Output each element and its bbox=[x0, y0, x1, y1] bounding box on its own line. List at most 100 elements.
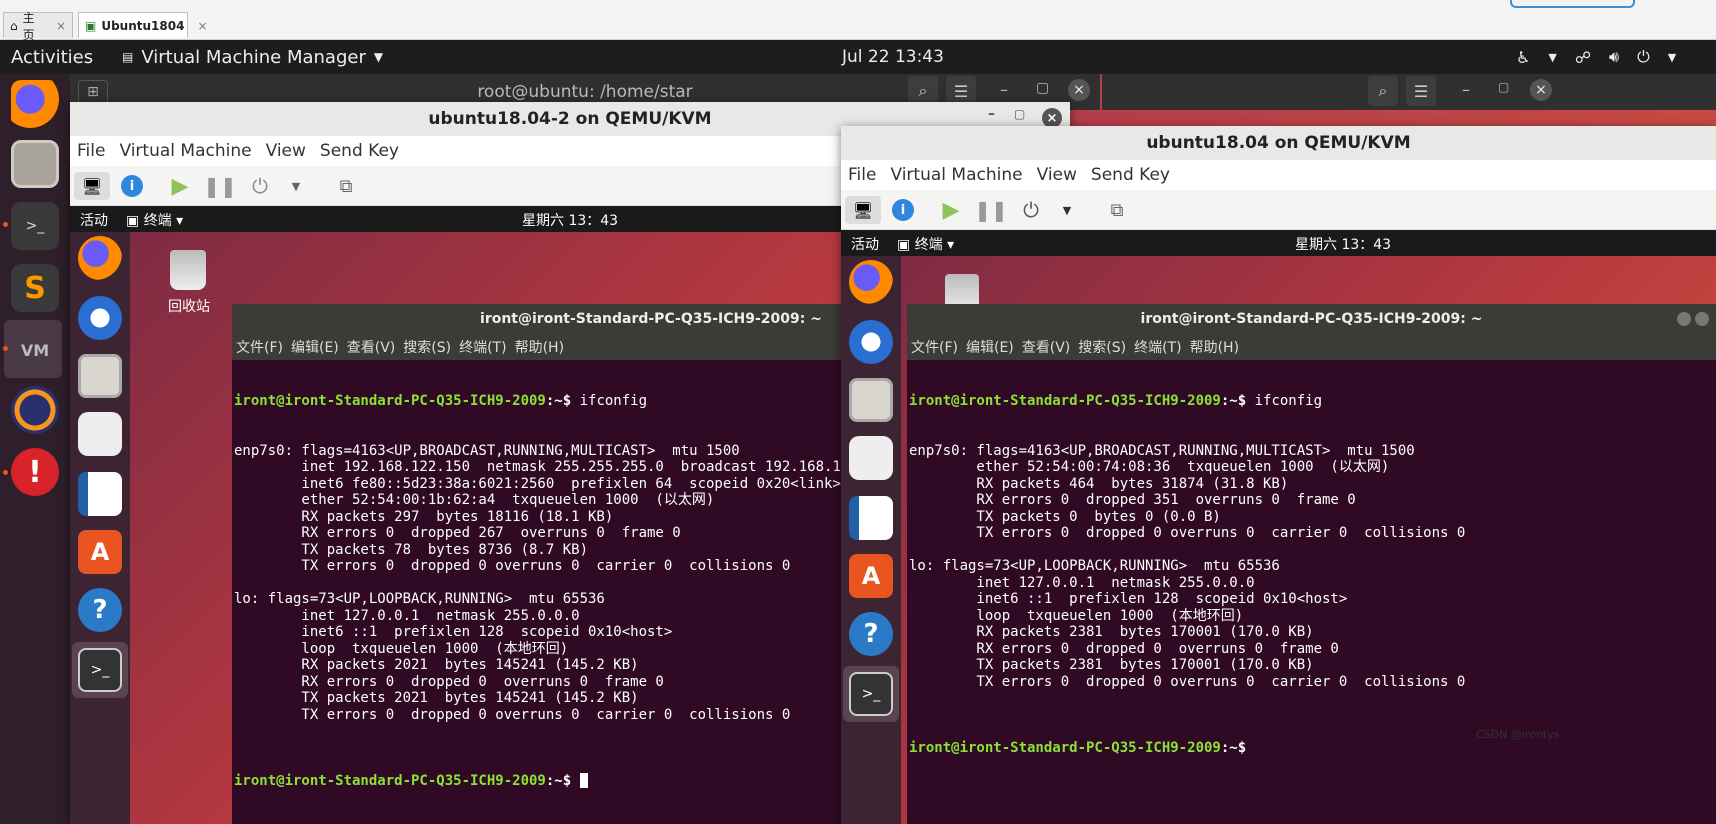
background-window-right[interactable]: ⌕ ☰ – ▢ × bbox=[1102, 74, 1716, 110]
thunderbird-icon[interactable] bbox=[849, 320, 893, 364]
menu-edit[interactable]: 编辑(E) bbox=[291, 337, 339, 357]
fullscreen-icon[interactable]: ⧉ bbox=[1103, 196, 1131, 224]
firefox-icon[interactable] bbox=[11, 80, 59, 128]
files-icon[interactable] bbox=[849, 378, 893, 422]
maximize-icon[interactable]: ▢ bbox=[1014, 107, 1025, 121]
run-icon[interactable]: ▶ bbox=[166, 172, 194, 200]
system-tray[interactable]: ♿︎ ▼ ☍ 🔊︎ ⏻ ▼ bbox=[1516, 40, 1676, 74]
guest-clock[interactable]: 星期六 13：43 bbox=[1295, 234, 1391, 254]
menu-help[interactable]: 帮助(H) bbox=[515, 337, 564, 357]
power-icon[interactable]: ⏻ bbox=[246, 172, 274, 200]
power-icon[interactable]: ⏻ bbox=[1017, 196, 1045, 224]
close-icon[interactable]: × bbox=[1530, 79, 1552, 101]
menu-virtual-machine[interactable]: Virtual Machine bbox=[890, 165, 1022, 185]
writer-icon[interactable] bbox=[78, 472, 122, 516]
chevron-down-icon[interactable]: ▼ bbox=[282, 172, 310, 200]
menu-search[interactable]: 搜索(S) bbox=[1078, 337, 1126, 357]
help-icon[interactable]: ? bbox=[849, 612, 893, 656]
power-icon[interactable]: ⏻ bbox=[1637, 47, 1650, 67]
guest-activities[interactable]: 活动 bbox=[851, 234, 879, 254]
hamburger-menu-icon[interactable]: ☰ bbox=[1406, 76, 1436, 106]
restore-icon[interactable]: ▢ bbox=[1498, 80, 1509, 94]
error-report-icon[interactable]: ! bbox=[11, 448, 59, 496]
terminal-icon[interactable]: >_ bbox=[78, 648, 122, 692]
guest-activities[interactable]: 活动 bbox=[80, 210, 108, 230]
output-line: lo: flags=73<UP,LOOPBACK,RUNNING> mtu 65… bbox=[909, 558, 1280, 574]
minimize-icon[interactable]: – bbox=[1000, 80, 1008, 99]
close-icon[interactable]: × bbox=[197, 19, 207, 33]
volume-icon[interactable]: 🔊︎ bbox=[1609, 47, 1619, 67]
terminal-output[interactable]: iront@iront-Standard-PC-Q35-ICH9-2009:~$… bbox=[907, 360, 1716, 789]
search-icon[interactable]: ⌕ bbox=[1368, 76, 1398, 106]
clock[interactable]: Jul 22 13:43 bbox=[842, 40, 944, 74]
menu-view[interactable]: View bbox=[1037, 165, 1077, 185]
menu-terminal[interactable]: 终端(T) bbox=[459, 337, 506, 357]
host-dock: >_ S VM ! bbox=[0, 74, 70, 824]
files-icon[interactable] bbox=[78, 354, 122, 398]
minimize-icon[interactable]: – bbox=[1462, 80, 1470, 99]
thunderbird-icon[interactable] bbox=[78, 296, 122, 340]
menu-terminal[interactable]: 终端(T) bbox=[1134, 337, 1181, 357]
fullscreen-icon[interactable]: ⧉ bbox=[332, 172, 360, 200]
guest-app-menu[interactable]: ▣ 终端 ▾ bbox=[126, 210, 183, 230]
minimize-icon[interactable] bbox=[1677, 312, 1691, 326]
menu-search[interactable]: 搜索(S) bbox=[403, 337, 451, 357]
maximize-icon[interactable] bbox=[1695, 312, 1709, 326]
pause-icon[interactable]: ❚❚ bbox=[974, 196, 1008, 224]
menu-view[interactable]: View bbox=[266, 141, 306, 161]
new-tab-icon[interactable]: ⊞ bbox=[78, 80, 108, 104]
menu-file[interactable]: File bbox=[77, 141, 105, 161]
menu-view[interactable]: 查看(V) bbox=[347, 337, 396, 357]
menu-send-key[interactable]: Send Key bbox=[1091, 165, 1170, 185]
menu-file[interactable]: 文件(F) bbox=[911, 337, 958, 357]
close-icon[interactable]: × bbox=[1068, 79, 1090, 101]
host-tab-ubuntu1804[interactable]: ▣ Ubuntu1804 × bbox=[78, 12, 208, 38]
menu-file[interactable]: File bbox=[848, 165, 876, 185]
guest-terminal-window[interactable]: iront@iront-Standard-PC-Q35-ICH9-2009: ~… bbox=[907, 304, 1716, 824]
terminal-icon[interactable]: >_ bbox=[11, 202, 59, 250]
pause-icon[interactable]: ❚❚ bbox=[203, 172, 237, 200]
close-icon[interactable]: × bbox=[1042, 108, 1062, 128]
terminal-icon[interactable]: >_ bbox=[849, 672, 893, 716]
vm-window-right[interactable]: ubuntu18.04 on QEMU/KVM File Virtual Mac… bbox=[841, 126, 1716, 824]
maximize-icon[interactable]: ▢ bbox=[1036, 80, 1049, 96]
writer-icon[interactable] bbox=[849, 496, 893, 540]
app-menu[interactable]: ▤ Virtual Machine Manager ▼ bbox=[122, 40, 383, 74]
console-view-icon[interactable]: 🖥︎ bbox=[845, 196, 881, 224]
console-view-icon[interactable]: 🖥︎ bbox=[74, 172, 110, 200]
files-icon[interactable] bbox=[11, 140, 59, 188]
accessibility-icon[interactable]: ♿︎ bbox=[1516, 48, 1530, 67]
activities-button[interactable]: Activities bbox=[11, 40, 93, 74]
menu-virtual-machine[interactable]: Virtual Machine bbox=[119, 141, 251, 161]
terminal-icon: ▣ bbox=[897, 237, 915, 253]
guest-clock[interactable]: 星期六 13：43 bbox=[522, 210, 618, 230]
minimize-icon[interactable]: – bbox=[988, 106, 995, 122]
details-view-icon[interactable]: i bbox=[889, 196, 917, 224]
sublime-text-icon[interactable]: S bbox=[11, 264, 59, 312]
menu-help[interactable]: 帮助(H) bbox=[1190, 337, 1239, 357]
software-center-icon[interactable]: A bbox=[78, 530, 122, 574]
help-icon[interactable]: ? bbox=[78, 588, 122, 632]
firefox-icon[interactable] bbox=[78, 236, 122, 280]
chevron-down-icon[interactable]: ▼ bbox=[1053, 196, 1081, 224]
rhythmbox-icon[interactable] bbox=[849, 436, 893, 480]
menu-file[interactable]: 文件(F) bbox=[236, 337, 283, 357]
eclipse-icon[interactable] bbox=[11, 386, 59, 434]
host-tab-home[interactable]: ⌂ 主页 × bbox=[3, 11, 73, 42]
guest-app-menu[interactable]: ▣ 终端 ▾ bbox=[897, 234, 954, 254]
vm-title-bar[interactable]: ubuntu18.04 on QEMU/KVM bbox=[841, 126, 1716, 160]
details-view-icon[interactable]: i bbox=[118, 172, 146, 200]
run-icon[interactable]: ▶ bbox=[937, 196, 965, 224]
menu-edit[interactable]: 编辑(E) bbox=[966, 337, 1014, 357]
close-icon[interactable]: × bbox=[56, 19, 66, 33]
terminal-title-bar[interactable]: iront@iront-Standard-PC-Q35-ICH9-2009: ~ bbox=[907, 304, 1716, 334]
software-center-icon[interactable]: A bbox=[849, 554, 893, 598]
menu-view[interactable]: 查看(V) bbox=[1022, 337, 1071, 357]
rhythmbox-icon[interactable] bbox=[78, 412, 122, 456]
virt-manager-icon[interactable]: VM bbox=[11, 326, 59, 374]
menu-send-key[interactable]: Send Key bbox=[320, 141, 399, 161]
search-box[interactable] bbox=[1510, 0, 1635, 8]
firefox-icon[interactable] bbox=[849, 260, 893, 304]
network-icon[interactable]: ☍ bbox=[1575, 48, 1591, 67]
trash-icon[interactable] bbox=[170, 250, 206, 290]
